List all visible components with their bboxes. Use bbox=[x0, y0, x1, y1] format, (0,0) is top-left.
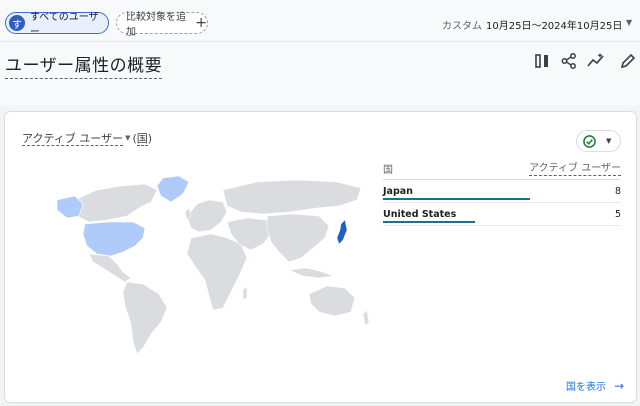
segment-label: すべてのユーザー bbox=[29, 12, 99, 38]
demographics-card: アクティブ ユーザー ▼ (国) ▼ 国 アクティブ ユーザー Japan 8 … bbox=[4, 111, 637, 403]
map-region-new-zealand bbox=[362, 309, 370, 327]
insights-icon[interactable] bbox=[587, 52, 605, 70]
edit-pencil-icon[interactable] bbox=[619, 52, 637, 70]
add-comparison-label: 比較対象を追加 bbox=[126, 12, 186, 38]
map-region-madagascar bbox=[242, 285, 248, 301]
col-country-header: 国 bbox=[383, 165, 393, 176]
row-country: Japan bbox=[383, 185, 413, 197]
map-region-asia bbox=[266, 213, 330, 263]
country-table: 国 アクティブ ユーザー Japan 8 United States 5 bbox=[383, 160, 621, 226]
all-users-segment-chip[interactable]: す すべてのユーザー bbox=[5, 12, 109, 38]
page-title: ユーザー属性の概要 bbox=[5, 51, 163, 79]
map-region-canada bbox=[74, 183, 158, 223]
row-value: 8 bbox=[614, 185, 621, 197]
map-region-europe bbox=[186, 199, 228, 233]
row-value: 5 bbox=[614, 208, 621, 220]
map-region-australia bbox=[308, 285, 356, 317]
map-region-russia bbox=[222, 179, 362, 215]
view-countries-label: 国を表示 bbox=[566, 382, 606, 393]
map-region-south-america bbox=[122, 281, 168, 355]
check-circle-icon bbox=[583, 134, 596, 148]
date-range-label: カスタム bbox=[442, 21, 482, 32]
card-dimension-label[interactable]: 国 bbox=[136, 132, 148, 146]
chevron-down-icon: ▼ bbox=[606, 137, 612, 145]
date-range-value[interactable]: 10月25日～2024年10月25日 bbox=[486, 17, 622, 32]
map-region-united-states bbox=[82, 221, 146, 257]
status-menu-button[interactable]: ▼ bbox=[576, 130, 621, 152]
map-region-africa bbox=[186, 233, 248, 311]
map-region-greenland bbox=[156, 175, 190, 203]
segment-avatar: す bbox=[9, 15, 25, 31]
arrow-right-icon: → bbox=[614, 378, 625, 393]
col-active-users-header[interactable]: アクティブ ユーザー bbox=[529, 163, 621, 176]
add-comparison-button[interactable]: 比較対象を追加 + bbox=[116, 12, 208, 38]
map-region-japan bbox=[336, 219, 348, 245]
row-bar bbox=[383, 221, 475, 223]
table-row[interactable]: United States 5 bbox=[383, 203, 621, 226]
page-header: ユーザー属性の概要 bbox=[0, 42, 640, 106]
chevron-down-icon[interactable]: ▼ bbox=[125, 134, 130, 142]
row-country: United States bbox=[383, 208, 457, 220]
top-bar: す すべてのユーザー 比較対象を追加 + カスタム 10月25日～2024年10… bbox=[0, 0, 640, 42]
plus-icon: + bbox=[195, 15, 207, 31]
map-region-mexico bbox=[88, 253, 132, 283]
card-title[interactable]: アクティブ ユーザー ▼ (国) bbox=[22, 130, 152, 146]
table-header: 国 アクティブ ユーザー bbox=[383, 160, 621, 180]
share-icon[interactable] bbox=[560, 52, 578, 70]
table-row[interactable]: Japan 8 bbox=[383, 180, 621, 203]
view-countries-link[interactable]: 国を表示 → bbox=[566, 378, 625, 394]
map-region-indonesia bbox=[287, 267, 335, 279]
chevron-down-icon[interactable]: ▼ bbox=[626, 18, 632, 27]
row-bar bbox=[383, 198, 530, 200]
compare-columns-icon[interactable] bbox=[533, 52, 551, 70]
card-metric-label[interactable]: アクティブ ユーザー bbox=[22, 132, 124, 146]
world-map[interactable] bbox=[27, 172, 377, 357]
